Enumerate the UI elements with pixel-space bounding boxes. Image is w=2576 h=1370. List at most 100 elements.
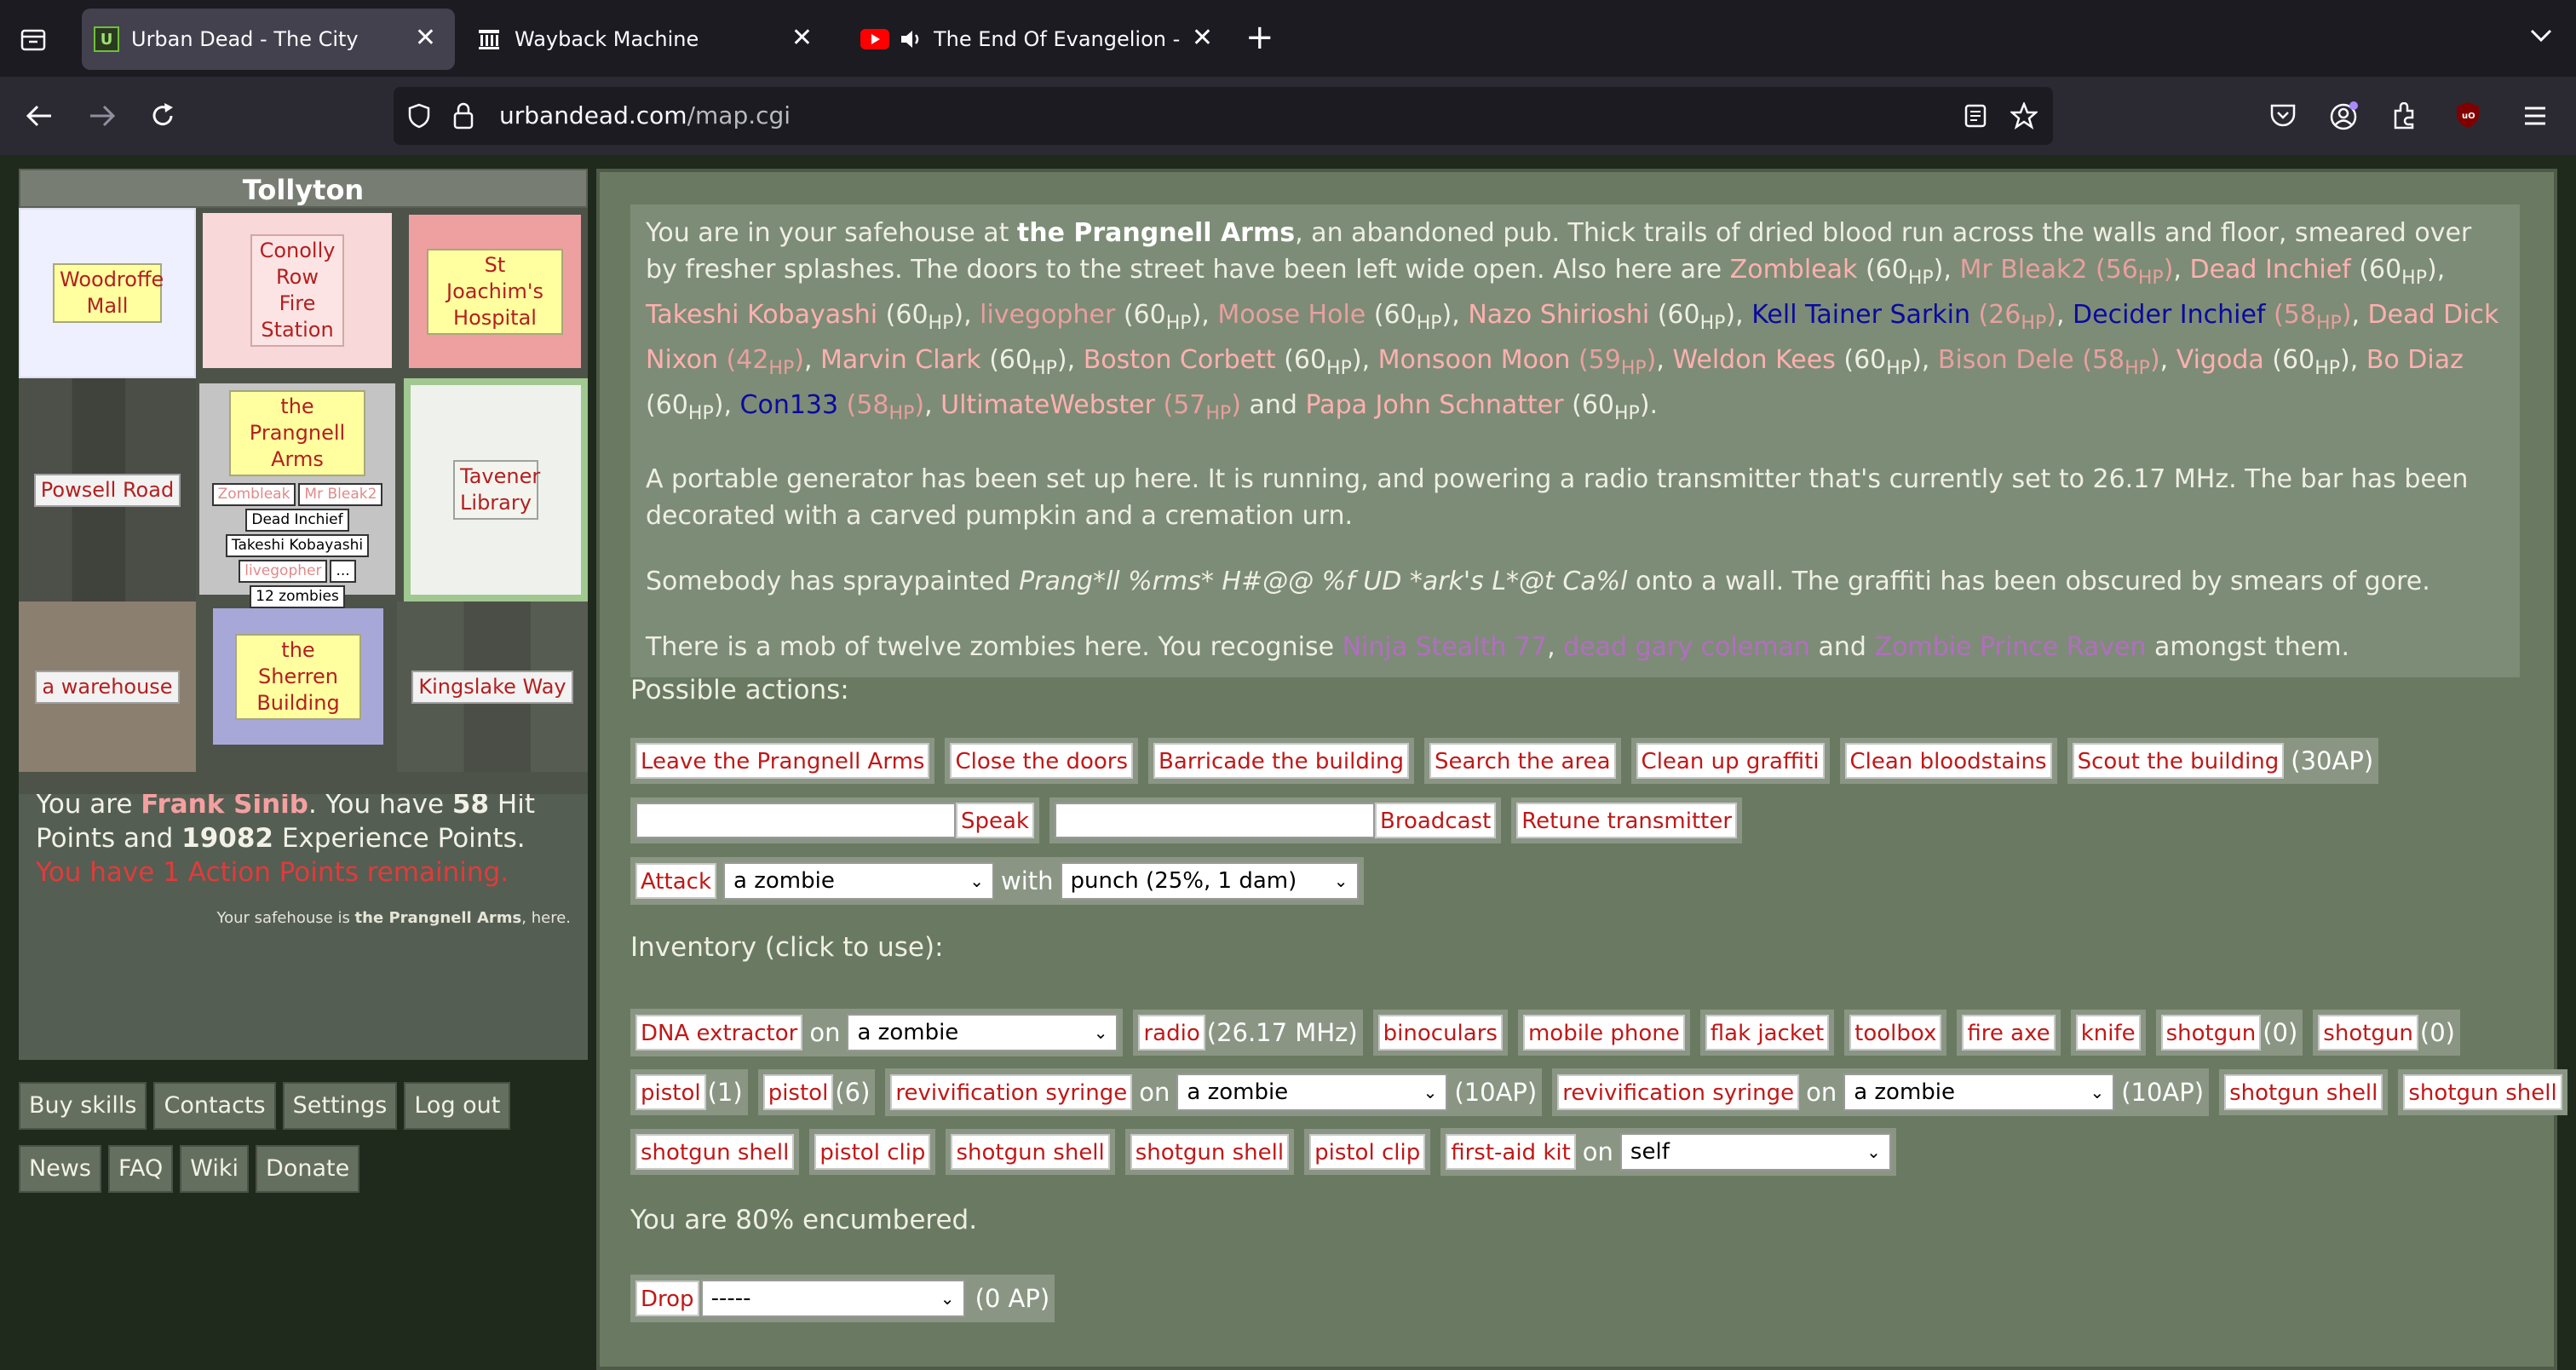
flak-jacket-button[interactable]: flak jacket xyxy=(1705,1015,1830,1051)
radio-button[interactable]: radio xyxy=(1138,1015,1205,1051)
lock-icon[interactable] xyxy=(453,102,474,130)
map-cell-woodroffe[interactable]: Woodroffe Mall xyxy=(19,208,196,378)
map-cell-stjoachim[interactable]: St Joachim's Hospital xyxy=(409,215,581,368)
clean-bloodstains-button[interactable]: Clean bloodstains xyxy=(1844,743,2052,779)
shield-icon[interactable] xyxy=(407,103,431,129)
first-aid-target-select[interactable]: self ⌄ xyxy=(1619,1133,1891,1171)
syringe-target-select[interactable]: a zombie ⌄ xyxy=(1843,1074,2115,1111)
scout-building-button[interactable]: Scout the building xyxy=(2072,743,2285,779)
survivor-name[interactable]: Con133 xyxy=(740,390,839,420)
shotgun-shell-button[interactable]: shotgun shell xyxy=(1130,1134,1290,1170)
building-label[interactable]: Kingslake Way xyxy=(411,670,573,704)
tab-wayback[interactable]: Wayback Machine ✕ xyxy=(467,9,831,70)
survivor-name[interactable]: Weldon Kees xyxy=(1672,345,1835,375)
survivor-name[interactable]: Dead Inchief xyxy=(2189,255,2350,285)
survivor-name[interactable]: Marvin Clark xyxy=(820,345,981,375)
map-cell-prangnell[interactable]: the Prangnell Arms Zombleak Mr Bleak2 De… xyxy=(199,383,395,608)
occupant-tag[interactable]: Dead Inchief xyxy=(245,509,349,532)
binoculars-button[interactable]: binoculars xyxy=(1377,1015,1503,1051)
mobile-phone-button[interactable]: mobile phone xyxy=(1522,1015,1685,1051)
close-tab-icon[interactable]: ✕ xyxy=(1192,26,1213,51)
account-icon[interactable] xyxy=(2329,101,2360,131)
survivor-name[interactable]: Monsoon Moon xyxy=(1378,345,1571,375)
drop-item-select[interactable]: ----- ⌄ xyxy=(700,1280,965,1317)
survivor-name[interactable]: Zombleak xyxy=(1730,255,1858,285)
survivor-name[interactable]: Bison Dele xyxy=(1938,345,2074,375)
log-out-button[interactable]: Log out xyxy=(404,1082,511,1130)
faq-button[interactable]: FAQ xyxy=(107,1145,174,1193)
map-cell-conolly[interactable]: Conolly Row Fire Station xyxy=(203,213,392,368)
building-label[interactable]: the Prangnell Arms xyxy=(229,390,365,476)
map-cell-warehouse[interactable]: a warehouse xyxy=(19,602,196,772)
clean-graffiti-button[interactable]: Clean up graffiti xyxy=(1636,743,1825,779)
tab-evangelion[interactable]: The End Of Evangelion - Ko ✕ xyxy=(843,9,1216,70)
survivor-name[interactable]: Papa John Schnatter xyxy=(1305,390,1563,420)
pistol-clip-button[interactable]: pistol clip xyxy=(1309,1134,1426,1170)
reader-view-icon[interactable] xyxy=(1964,104,1987,128)
shotgun-shell-button[interactable]: shotgun shell xyxy=(2224,1074,2383,1110)
building-label[interactable]: Conolly Row Fire Station xyxy=(250,234,344,347)
zombie-count-tag[interactable]: 12 zombies xyxy=(250,585,345,608)
tab-overview-icon[interactable] xyxy=(20,27,46,51)
settings-button[interactable]: Settings xyxy=(282,1082,398,1130)
donate-button[interactable]: Donate xyxy=(256,1145,360,1193)
attack-target-select[interactable]: a zombie ⌄ xyxy=(723,862,995,900)
bookmark-star-icon[interactable] xyxy=(2010,102,2038,130)
reload-icon[interactable] xyxy=(150,102,175,130)
occupant-tag[interactable]: Takeshi Kobayashi xyxy=(225,534,370,557)
map-cell-tavener[interactable]: Tavener Library xyxy=(404,378,588,602)
tab-urban-dead[interactable]: U Urban Dead - The City ✕ xyxy=(82,9,455,70)
pistol-button[interactable]: pistol xyxy=(762,1074,834,1110)
back-icon[interactable] xyxy=(26,104,53,128)
survivor-name[interactable]: livegopher xyxy=(980,300,1115,330)
zombie-name[interactable]: Ninja Stealth 77 xyxy=(1343,632,1548,662)
new-tab-icon[interactable]: + xyxy=(1245,20,1274,55)
url-bar[interactable]: urbandead.com/map.cgi xyxy=(394,87,2053,145)
broadcast-button[interactable]: Broadcast xyxy=(1375,803,1497,838)
buy-skills-button[interactable]: Buy skills xyxy=(19,1082,147,1130)
survivor-name[interactable]: Nazo Shirioshi xyxy=(1468,300,1649,330)
forward-icon[interactable] xyxy=(89,104,116,128)
building-label[interactable]: Woodroffe Mall xyxy=(53,263,164,323)
building-label[interactable]: St Joachim's Hospital xyxy=(427,248,563,335)
occupant-tag[interactable]: Zombleak xyxy=(211,483,296,506)
leave-building-button[interactable]: Leave the Prangnell Arms xyxy=(635,743,930,779)
dna-target-select[interactable]: a zombie ⌄ xyxy=(847,1014,1118,1051)
wiki-button[interactable]: Wiki xyxy=(180,1145,250,1193)
ublock-icon[interactable]: uO xyxy=(2455,101,2481,130)
close-doors-button[interactable]: Close the doors xyxy=(950,743,1134,779)
close-tab-icon[interactable]: ✕ xyxy=(415,26,436,51)
building-label[interactable]: Powsell Road xyxy=(33,473,181,507)
broadcast-input[interactable] xyxy=(1055,803,1375,838)
extensions-icon[interactable] xyxy=(2392,102,2418,130)
toolbox-button[interactable]: toolbox xyxy=(1849,1015,1942,1051)
speak-button[interactable]: Speak xyxy=(956,803,1034,838)
survivor-name[interactable]: Boston Corbett xyxy=(1084,345,1276,375)
building-label[interactable]: a warehouse xyxy=(35,670,180,704)
shotgun-shell-button[interactable]: shotgun shell xyxy=(951,1134,1110,1170)
pistol-clip-button[interactable]: pistol clip xyxy=(814,1134,931,1170)
building-label[interactable]: the Sherren Building xyxy=(235,633,361,720)
occupant-tag[interactable]: Mr Bleak2 xyxy=(298,483,383,506)
map-cell-kingslake[interactable]: Kingslake Way xyxy=(397,602,588,772)
pocket-icon[interactable] xyxy=(2269,102,2297,128)
contacts-button[interactable]: Contacts xyxy=(153,1082,276,1130)
occupant-more[interactable]: ... xyxy=(330,560,356,583)
zombie-name[interactable]: dead gary coleman xyxy=(1563,632,1810,662)
syringe-button[interactable]: revivification syringe xyxy=(1557,1074,1800,1110)
search-button[interactable]: Search the area xyxy=(1429,743,1616,779)
first-aid-kit-button[interactable]: first-aid kit xyxy=(1446,1134,1576,1170)
speak-input[interactable] xyxy=(635,803,956,838)
syringe-target-select[interactable]: a zombie ⌄ xyxy=(1176,1074,1448,1111)
menu-icon[interactable] xyxy=(2523,106,2547,126)
chevron-down-icon[interactable] xyxy=(2530,29,2552,43)
speaker-icon[interactable] xyxy=(900,28,923,50)
weapon-select[interactable]: punch (25%, 1 dam) ⌄ xyxy=(1060,862,1359,900)
fire-axe-button[interactable]: fire axe xyxy=(1962,1015,2056,1051)
occupant-tag[interactable]: livegopher xyxy=(239,560,328,583)
pistol-button[interactable]: pistol xyxy=(635,1074,706,1110)
shotgun-shell-button[interactable]: shotgun shell xyxy=(2403,1074,2562,1110)
map-cell-sherren[interactable]: the Sherren Building xyxy=(213,608,383,745)
barricade-button[interactable]: Barricade the building xyxy=(1153,743,1410,779)
shotgun-button[interactable]: shotgun xyxy=(2318,1015,2418,1051)
